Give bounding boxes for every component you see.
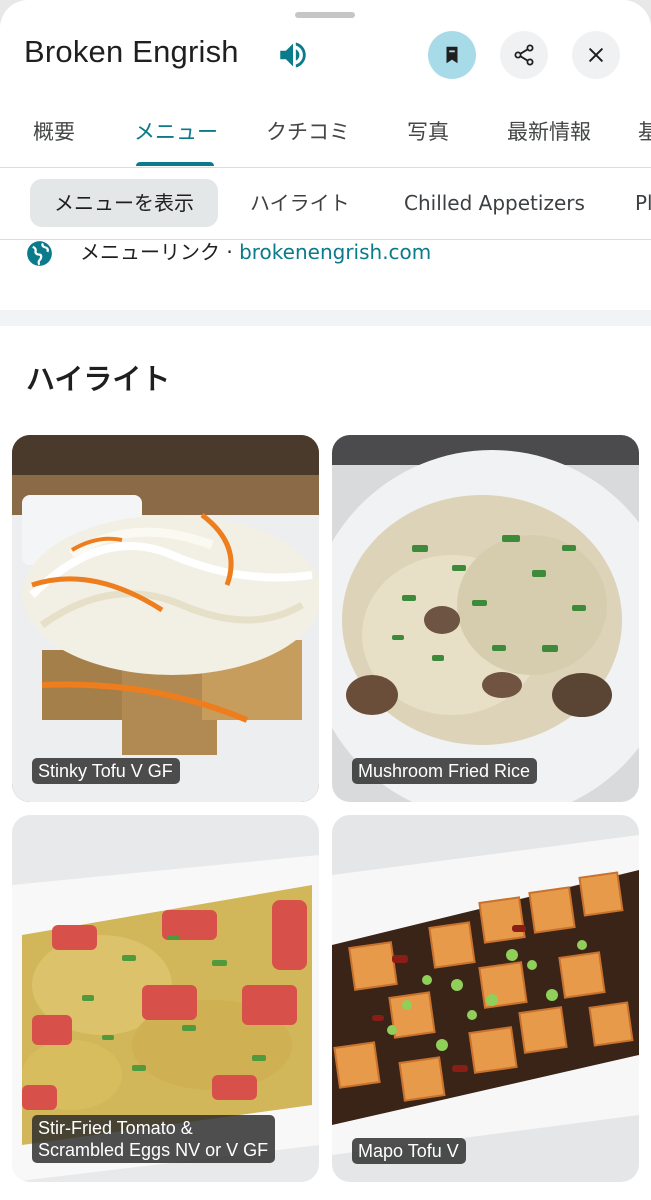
menu-item-card[interactable]: Stir-Fried Tomato & Scrambled Eggs NV or…: [12, 815, 319, 1182]
menu-item-name: Stir-Fried Tomato & Scrambled Eggs NV or…: [32, 1115, 276, 1163]
menu-item-name: Stinky Tofu V GF: [32, 758, 180, 784]
share-button[interactable]: [500, 31, 548, 79]
drag-handle[interactable]: [295, 12, 355, 18]
globe-icon: [27, 240, 52, 266]
active-tab-indicator: [136, 162, 214, 166]
chip-highlights[interactable]: ハイライト: [250, 179, 350, 227]
menu-item-name: Mushroom Fried Rice: [352, 758, 538, 784]
tab-photos[interactable]: 写真: [407, 116, 449, 146]
menu-link-row[interactable]: メニューリンク · brokenengrish.com: [26, 238, 431, 268]
close-button[interactable]: [572, 31, 620, 79]
close-icon: [589, 48, 603, 62]
menu-filter-chips: メニューを表示 ハイライト Chilled Appetizers Pl: [0, 169, 651, 240]
save-button[interactable]: [428, 31, 476, 79]
mushroom-fried-rice-photo: [332, 435, 639, 802]
place-title: Broken Engrish: [24, 34, 239, 69]
stinky-tofu-photo: [12, 435, 319, 802]
share-icon: [514, 44, 534, 66]
tab-bar: 概要 メニュー クチコミ 写真 最新情報 基: [0, 96, 651, 168]
tab-menu[interactable]: メニュー: [134, 116, 218, 146]
highlights-heading: ハイライト: [26, 362, 171, 396]
chip-view-menu[interactable]: メニューを表示: [30, 179, 218, 227]
bookmark-icon: [446, 46, 458, 64]
volume-icon[interactable]: [276, 38, 310, 72]
menu-item-card[interactable]: Mapo Tofu V: [332, 815, 639, 1182]
chip-more[interactable]: Pl: [635, 179, 651, 227]
chip-chilled-appetizers[interactable]: Chilled Appetizers: [404, 179, 585, 227]
tab-updates[interactable]: 最新情報: [507, 116, 591, 146]
place-sheet: Broken Engrish 概要 メニュー クチコミ 写真 最新情報 基 メニ…: [0, 0, 651, 1200]
section-divider: [0, 310, 651, 326]
mapo-tofu-photo: [332, 815, 639, 1182]
menu-item-name: Mapo Tofu V: [352, 1138, 466, 1164]
menu-item-card[interactable]: Stinky Tofu V GF: [12, 435, 319, 802]
tab-overview[interactable]: 概要: [33, 116, 75, 146]
menu-item-name-line2: Scrambled Eggs NV or V GF: [38, 1140, 269, 1160]
tab-reviews[interactable]: クチコミ: [266, 116, 350, 146]
menu-link-text: メニューリンク · brokenengrish.com: [80, 238, 431, 266]
menu-link-url[interactable]: brokenengrish.com: [239, 240, 431, 264]
menu-link-label: メニューリンク ·: [80, 240, 240, 264]
tab-about[interactable]: 基: [638, 116, 651, 146]
menu-item-name-line1: Stir-Fried Tomato &: [38, 1118, 193, 1138]
menu-item-card[interactable]: Mushroom Fried Rice: [332, 435, 639, 802]
